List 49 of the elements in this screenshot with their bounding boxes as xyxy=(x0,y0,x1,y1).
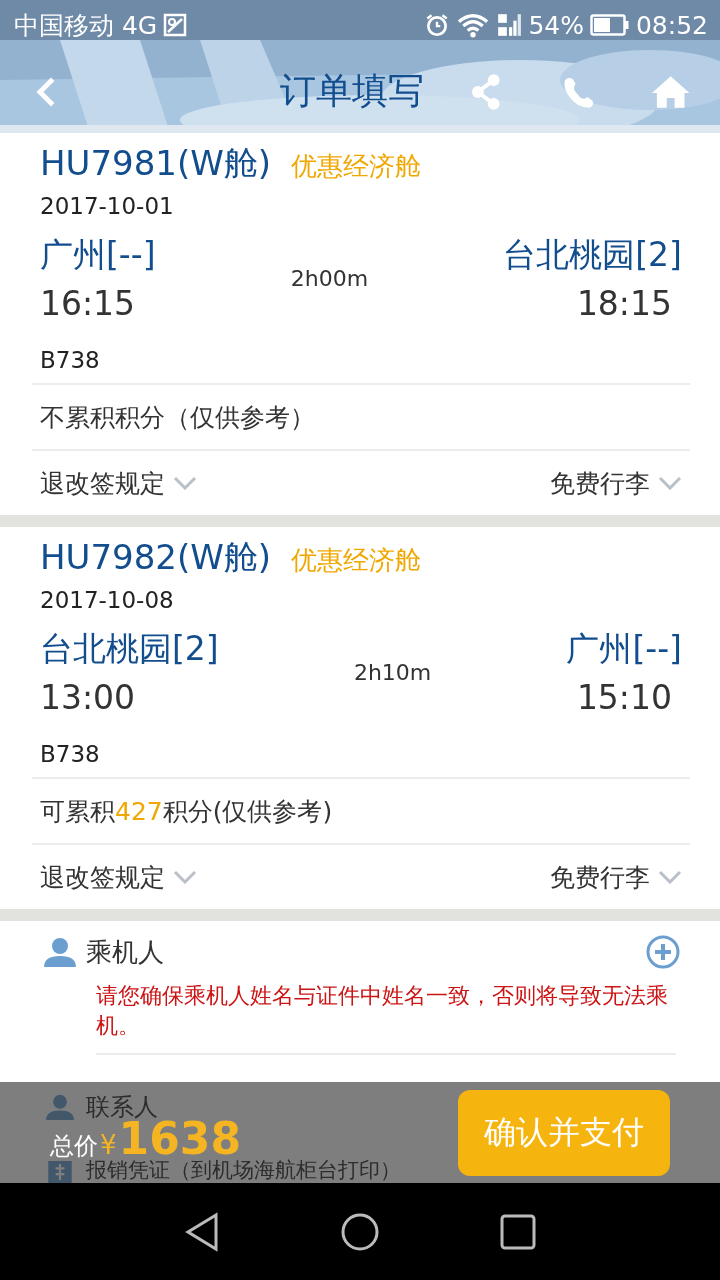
back-icon[interactable] xyxy=(184,1211,220,1252)
flight-duration: 2h10m xyxy=(353,659,432,685)
flight-date: 2017-10-01 xyxy=(39,192,175,219)
image-icon xyxy=(163,13,188,37)
chevron-down-icon xyxy=(173,870,197,884)
share-icon[interactable] xyxy=(469,73,502,110)
wifi-icon xyxy=(456,12,491,38)
departure-time: 16:15 xyxy=(40,284,137,323)
currency-symbol: ¥ xyxy=(100,1132,117,1158)
battery-icon xyxy=(589,13,630,37)
contact-label: 联系人 xyxy=(86,1094,158,1120)
invoice-label: 报销凭证（到机场海航柜台打印） xyxy=(86,1158,401,1183)
home-icon[interactable] xyxy=(340,1211,380,1252)
signal-icon xyxy=(496,12,523,38)
points-text: 可累积427积分(仅供参考) xyxy=(32,777,690,843)
cabin-class: 优惠经济舱 xyxy=(291,150,422,183)
clock-text: 08:52 xyxy=(635,10,708,40)
cabin-class: 优惠经济舱 xyxy=(291,544,422,577)
arrival-time: 15:10 xyxy=(576,678,673,717)
recent-apps-icon[interactable] xyxy=(500,1213,536,1250)
baggage-dropdown[interactable]: 免费行李 xyxy=(550,860,682,894)
chevron-down-icon xyxy=(658,870,682,884)
name-warning: 请您确保乘机人姓名与证件中姓名一致，否则将导致无法乘机。 xyxy=(96,981,676,1055)
flight-duration: 2h00m xyxy=(290,265,369,291)
chevron-down-icon xyxy=(658,476,682,490)
baggage-dropdown[interactable]: 免费行李 xyxy=(550,466,682,500)
battery-percent: 54% xyxy=(528,10,584,40)
passenger-label: 乘机人 xyxy=(86,935,164,969)
rules-dropdown[interactable]: 退改签规定 xyxy=(40,860,197,894)
departure-airport: 台北桃园[2] xyxy=(40,628,219,670)
aircraft-type: B738 xyxy=(39,740,101,769)
aircraft-type: B738 xyxy=(39,346,101,375)
carrier-text: 中国移动 4G xyxy=(14,9,158,42)
arrival-time: 18:15 xyxy=(576,284,673,323)
arrival-airport: 广州[--] xyxy=(566,628,682,670)
flight-date: 2017-10-08 xyxy=(39,586,175,613)
flight-number: HU7981(W舱) xyxy=(40,142,272,185)
departure-airport: 广州[--] xyxy=(40,234,156,276)
add-icon[interactable] xyxy=(646,935,680,969)
person-icon xyxy=(42,937,78,967)
rules-dropdown[interactable]: 退改签规定 xyxy=(40,466,197,500)
points-text: 不累积积分（仅供参考） xyxy=(32,383,690,449)
arrival-airport: 台北桃园[2] xyxy=(503,234,682,276)
page-title: 订单填写 xyxy=(279,69,424,113)
total-label: 总价 xyxy=(50,1134,98,1158)
flight-number: HU7982(W舱) xyxy=(40,536,272,579)
chevron-down-icon xyxy=(173,476,197,490)
departure-time: 13:00 xyxy=(40,678,137,717)
total-price: 1638 xyxy=(118,1120,241,1158)
